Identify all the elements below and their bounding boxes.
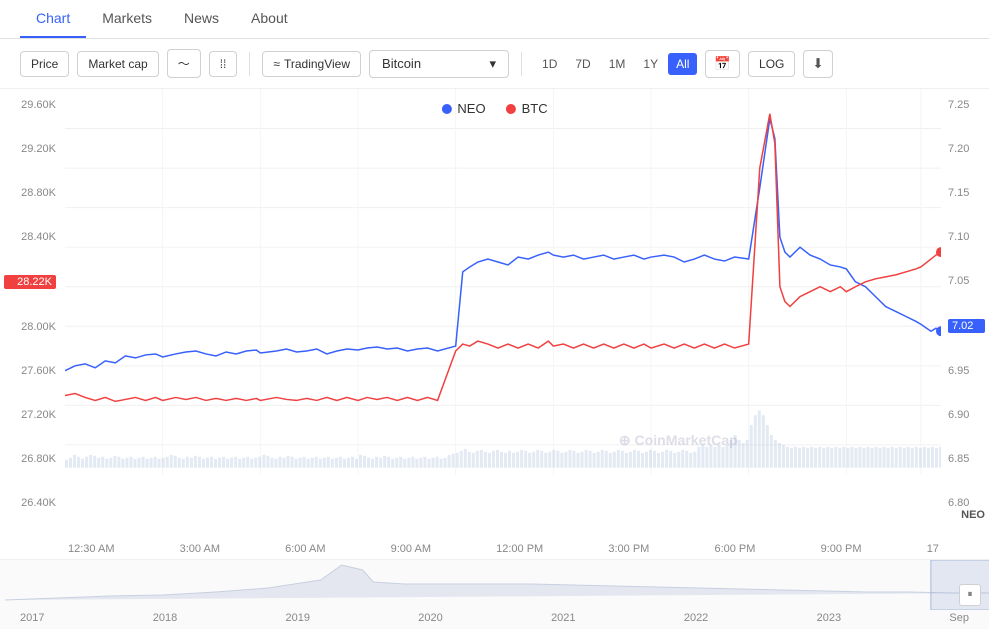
calendar-icon-button[interactable]: 📅 xyxy=(705,50,740,78)
legend-btc: BTC xyxy=(506,101,548,116)
y-label-8: 26.40K xyxy=(4,497,56,509)
timeframe-group: 1D 7D 1M 1Y All xyxy=(534,53,697,75)
watermark-text: ⊕ CoinMarketCap xyxy=(619,432,738,448)
btc-dot xyxy=(506,104,516,114)
x-label-8: 17 xyxy=(927,543,939,555)
tf-all[interactable]: All xyxy=(668,53,697,75)
btc-label: BTC xyxy=(522,101,548,116)
tf-7d[interactable]: 7D xyxy=(567,53,598,75)
tf-1m[interactable]: 1M xyxy=(601,53,634,75)
x-axis: 12:30 AM 3:00 AM 6:00 AM 9:00 AM 12:00 P… xyxy=(0,543,989,559)
marketcap-button[interactable]: Market cap xyxy=(77,51,158,77)
main-nav: Chart Markets News About xyxy=(0,0,989,39)
log-button[interactable]: LOG xyxy=(748,51,795,77)
tf-1d[interactable]: 1D xyxy=(534,53,565,75)
mini-chart-timeline: 2017 2018 2019 2020 2021 2022 2023 Sep xyxy=(0,610,989,626)
tradingview-icon: ≈ xyxy=(273,57,280,71)
chevron-down-icon: ▾ xyxy=(490,56,497,72)
x-label-2: 6:00 AM xyxy=(285,543,325,555)
btc-price-line xyxy=(65,114,941,402)
chart-container: NEO BTC 29.60K 29.20K 28.80K 28.40K 28.2… xyxy=(0,89,989,629)
neo-price-line xyxy=(65,119,941,371)
chart-legend: NEO BTC xyxy=(441,101,547,116)
coin-label: Bitcoin xyxy=(382,56,421,71)
y-right-7: 6.85 xyxy=(948,453,985,465)
coin-selector[interactable]: Bitcoin ▾ xyxy=(369,50,509,78)
y-label-1: 29.20K xyxy=(4,143,56,155)
x-label-7: 9:00 PM xyxy=(821,543,862,555)
y-right-5: 6.95 xyxy=(948,365,985,377)
line-chart-icon[interactable]: 〜 xyxy=(167,49,201,78)
x-label-0: 12:30 AM xyxy=(68,543,114,555)
y-label-2: 28.80K xyxy=(4,187,56,199)
y-label-3: 28.40K xyxy=(4,231,56,243)
neo-endpoint-dot xyxy=(936,326,941,336)
nav-chart[interactable]: Chart xyxy=(20,0,86,38)
btc-endpoint-dot xyxy=(936,247,941,257)
tf-1y[interactable]: 1Y xyxy=(635,53,666,75)
tradingview-label: TradingView xyxy=(284,57,350,71)
y-label-7: 26.80K xyxy=(4,453,56,465)
x-label-1: 3:00 AM xyxy=(180,543,220,555)
download-button[interactable]: ⬇ xyxy=(803,50,832,78)
y-right-2: 7.15 xyxy=(948,187,985,199)
y-right-0: 7.25 xyxy=(948,99,985,111)
y-label-0: 29.60K xyxy=(4,99,56,111)
y-right-highlighted: 7.02 xyxy=(948,319,985,333)
price-button[interactable]: Price xyxy=(20,51,69,77)
nav-news[interactable]: News xyxy=(168,0,235,38)
main-chart-svg: // Volume bars drawn via JS below xyxy=(65,89,941,524)
divider xyxy=(249,52,250,76)
neo-axis-label: NEO xyxy=(961,509,989,521)
x-label-5: 3:00 PM xyxy=(608,543,649,555)
y-label-4: 28.00K xyxy=(4,321,56,333)
mini-chart-svg xyxy=(5,560,989,610)
mini-chart-area[interactable]: ⏸ 2017 2018 2019 2020 2021 2022 2023 Sep xyxy=(0,559,989,629)
nav-markets[interactable]: Markets xyxy=(86,0,168,38)
volume-bars-group xyxy=(65,410,941,467)
neo-dot xyxy=(441,104,451,114)
x-label-3: 9:00 AM xyxy=(391,543,431,555)
y-label-6: 27.20K xyxy=(4,409,56,421)
y-axis-right: 7.25 7.20 7.15 7.10 7.05 7.02 6.95 6.90 … xyxy=(944,89,989,519)
y-right-4: 7.05 xyxy=(948,275,985,287)
y-right-8: 6.80 xyxy=(948,497,985,509)
chart-svg-wrapper: NEO BTC 29.60K 29.20K 28.80K 28.40K 28.2… xyxy=(0,89,989,559)
neo-label: NEO xyxy=(457,101,485,116)
grid-lines xyxy=(65,89,941,475)
y-right-3: 7.10 xyxy=(948,231,985,243)
legend-neo: NEO xyxy=(441,101,485,116)
x-label-4: 12:00 PM xyxy=(496,543,543,555)
x-label-6: 6:00 PM xyxy=(714,543,755,555)
y-label-highlighted: 28.22K xyxy=(4,275,56,289)
pause-button[interactable]: ⏸ xyxy=(959,584,981,606)
y-right-6: 6.90 xyxy=(948,409,985,421)
candle-chart-icon[interactable]: ⁞⁞ xyxy=(209,51,238,77)
y-axis-left: 29.60K 29.20K 28.80K 28.40K 28.22K 28.00… xyxy=(0,89,60,519)
nav-about[interactable]: About xyxy=(235,0,304,38)
divider2 xyxy=(521,52,522,76)
tradingview-button[interactable]: ≈ TradingView xyxy=(262,51,361,77)
y-label-5: 27.60K xyxy=(4,365,56,377)
chart-toolbar: Price Market cap 〜 ⁞⁞ ≈ TradingView Bitc… xyxy=(0,39,989,89)
y-right-1: 7.20 xyxy=(948,143,985,155)
